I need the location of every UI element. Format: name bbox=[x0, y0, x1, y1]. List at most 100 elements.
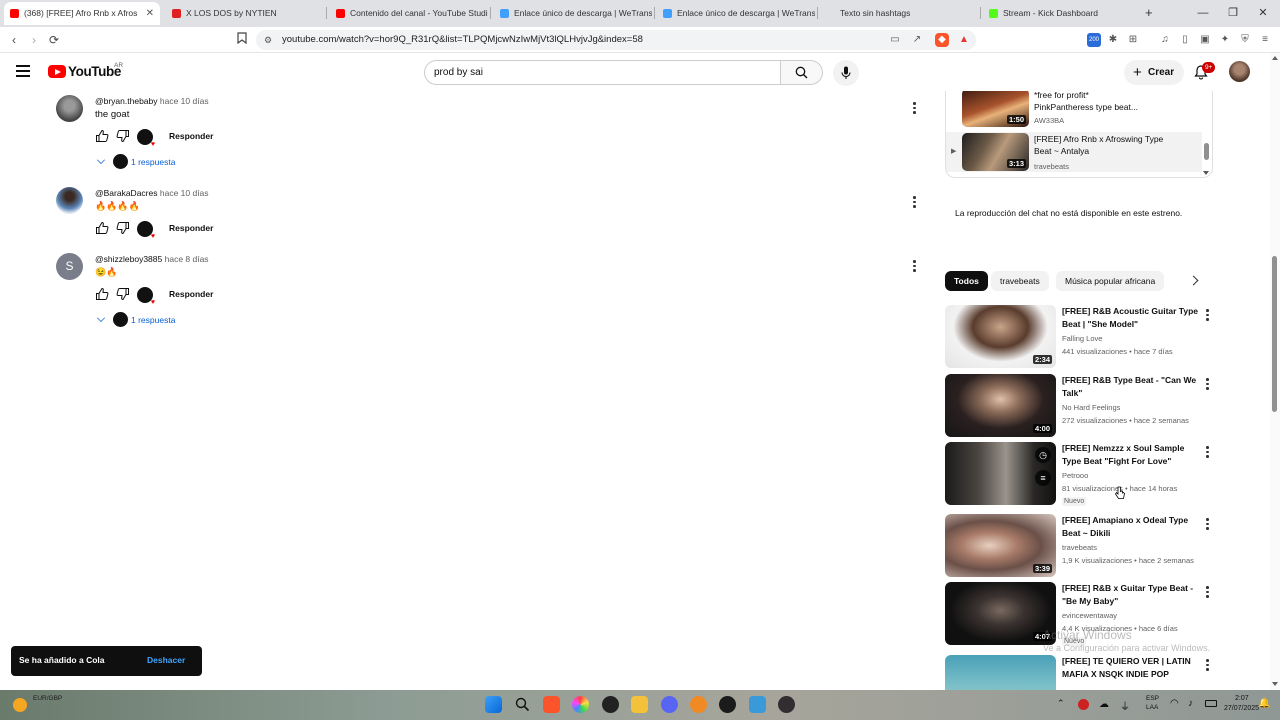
media-controls-icon[interactable]: ♫ bbox=[1158, 33, 1172, 47]
account-avatar[interactable] bbox=[1229, 61, 1250, 82]
watch-later-icon[interactable]: ◷ bbox=[1035, 447, 1051, 463]
notification-center-icon[interactable]: 🔔 bbox=[1258, 698, 1270, 709]
translate-icon[interactable]: ⊞ bbox=[1126, 33, 1140, 47]
view-replies-button[interactable]: 1 respuesta bbox=[97, 312, 297, 328]
recommended-video[interactable]: 3:39 [FREE] Amapiano x Odeal Type Beat ~… bbox=[945, 514, 1213, 578]
video-title[interactable]: [FREE] Amapiano x Odeal Type Beat ~ Diki… bbox=[1062, 514, 1200, 540]
comment-author[interactable]: @BarakaDacres bbox=[95, 188, 157, 198]
browser-menu-icon[interactable]: ≡ bbox=[1258, 33, 1272, 47]
tray-usb-icon[interactable]: ⏚ bbox=[1120, 698, 1130, 713]
tab-x-los-dos[interactable]: X LOS DOS by NYTIEN bbox=[166, 2, 324, 25]
volume-icon[interactable]: ♪ bbox=[1188, 698, 1193, 709]
create-button[interactable]: + Crear bbox=[1124, 60, 1184, 85]
voice-search-button[interactable] bbox=[833, 60, 859, 86]
youtube-wordmark[interactable]: YouTube bbox=[68, 64, 121, 79]
close-tab-icon[interactable]: ✕ bbox=[146, 2, 154, 25]
reply-button[interactable]: Responder bbox=[169, 289, 213, 299]
extension-icon[interactable]: 200 bbox=[1087, 33, 1101, 47]
sidebar-icon[interactable]: ▯ bbox=[1178, 33, 1192, 47]
maximize-icon[interactable]: ❐ bbox=[1218, 0, 1248, 27]
comment-time[interactable]: hace 10 días bbox=[160, 188, 209, 198]
recommended-video[interactable]: [FREE] TE QUIERO VER | LATIN MAFIA X NSQ… bbox=[945, 655, 1213, 690]
like-icon[interactable] bbox=[95, 221, 109, 235]
like-icon[interactable] bbox=[95, 129, 109, 143]
close-window-icon[interactable]: ✕ bbox=[1248, 0, 1278, 27]
tray-expand-icon[interactable]: ⌃ bbox=[1057, 698, 1065, 709]
video-thumbnail[interactable]: ◷ ≡ bbox=[945, 442, 1056, 505]
discord-icon[interactable] bbox=[661, 696, 678, 713]
view-replies-button[interactable]: 1 respuesta bbox=[97, 154, 297, 170]
start-menu-icon[interactable] bbox=[485, 696, 502, 713]
site-info-icon[interactable]: ⚙ bbox=[264, 30, 272, 50]
search-input[interactable]: prod by sai bbox=[424, 60, 781, 85]
comment-time[interactable]: hace 8 días bbox=[165, 254, 209, 264]
new-tab-button[interactable]: + bbox=[1145, 5, 1153, 20]
leo-ai-icon[interactable]: ✦ bbox=[1218, 33, 1232, 47]
chip-scroll-right-icon[interactable] bbox=[1188, 275, 1199, 286]
comment-author[interactable]: @shizzleboy3885 bbox=[95, 254, 162, 264]
scroll-down-icon[interactable] bbox=[1272, 682, 1278, 686]
dislike-icon[interactable] bbox=[116, 287, 130, 301]
wallet-icon[interactable]: ▣ bbox=[1198, 33, 1212, 47]
page-scrollbar-thumb[interactable] bbox=[1272, 256, 1277, 412]
share-icon[interactable]: ↗ bbox=[910, 33, 924, 47]
video-channel[interactable]: travebeats bbox=[1062, 543, 1097, 552]
chip-todos[interactable]: Todos bbox=[945, 271, 988, 291]
wifi-icon[interactable]: ◠ bbox=[1170, 698, 1179, 709]
color-app-icon[interactable] bbox=[572, 696, 589, 713]
comment-author[interactable]: @bryan.thebaby bbox=[95, 96, 158, 106]
search-button[interactable] bbox=[781, 60, 823, 85]
screen-capture-icon[interactable]: ▭ bbox=[888, 33, 902, 47]
video-title[interactable]: [FREE] Nemzzz x Soul Sample Type Beat "F… bbox=[1062, 442, 1200, 468]
video-thumbnail[interactable]: 3:39 bbox=[945, 514, 1056, 577]
search-taskbar-icon[interactable] bbox=[514, 696, 531, 713]
video-channel[interactable]: No Hard Feelings bbox=[1062, 403, 1120, 412]
obs-icon[interactable] bbox=[778, 696, 795, 713]
commenter-avatar[interactable]: S bbox=[56, 253, 83, 280]
tab-youtube-video[interactable]: (368) [FREE] Afro Rnb x Afros ✕ bbox=[4, 2, 160, 25]
video-channel[interactable]: evincewentaway bbox=[1062, 611, 1117, 620]
minimize-icon[interactable]: — bbox=[1188, 0, 1218, 27]
video-menu-icon[interactable] bbox=[1206, 586, 1210, 600]
tray-cloud-icon[interactable]: ☁ bbox=[1099, 699, 1109, 710]
youtube-logo-icon[interactable] bbox=[48, 65, 66, 78]
add-to-queue-icon[interactable]: ≡ bbox=[1035, 470, 1051, 486]
comment-menu-icon[interactable] bbox=[913, 102, 917, 116]
video-thumbnail[interactable]: 2:34 bbox=[945, 305, 1056, 368]
like-icon[interactable] bbox=[95, 287, 109, 301]
video-menu-icon[interactable] bbox=[1206, 378, 1210, 392]
commenter-avatar[interactable] bbox=[56, 95, 83, 122]
chip-musica-africana[interactable]: Música popular africana bbox=[1056, 271, 1165, 291]
battery-icon[interactable] bbox=[1205, 700, 1217, 707]
tab-youtube-studio[interactable]: Contenido del canal - YouTube Studi bbox=[330, 2, 488, 25]
comment-time[interactable]: hace 10 días bbox=[160, 96, 209, 106]
tab-texto-sin-hashtags[interactable]: Texto sin hashtags bbox=[820, 2, 978, 25]
language-line1[interactable]: ESP bbox=[1146, 695, 1159, 702]
video-channel[interactable]: Falling Love bbox=[1062, 334, 1102, 343]
brave-shield-icon[interactable]: ◆ bbox=[935, 33, 949, 47]
notepad-icon[interactable] bbox=[749, 696, 766, 713]
weather-widget-icon[interactable] bbox=[13, 698, 27, 712]
reload-icon[interactable]: ⟳ bbox=[46, 32, 62, 48]
undo-button[interactable]: Deshacer bbox=[147, 655, 185, 665]
playlist-scrollbar[interactable] bbox=[1204, 143, 1209, 160]
recommended-video[interactable]: 2:34 [FREE] R&B Acoustic Guitar Type Bea… bbox=[945, 305, 1213, 369]
video-menu-icon[interactable] bbox=[1206, 446, 1210, 460]
tray-app-icon[interactable] bbox=[1078, 699, 1089, 710]
back-icon[interactable]: ‹ bbox=[6, 32, 22, 48]
video-thumbnail[interactable]: 4:07 bbox=[945, 582, 1056, 645]
video-channel[interactable]: Petrooo bbox=[1062, 471, 1088, 480]
clock-time[interactable]: 2:07 bbox=[1235, 695, 1249, 702]
chip-travebeats[interactable]: travebeats bbox=[991, 271, 1049, 291]
playlist-scroll-down-icon[interactable] bbox=[1203, 171, 1209, 175]
comment-menu-icon[interactable] bbox=[913, 196, 917, 210]
video-thumbnail[interactable]: 4:00 bbox=[945, 374, 1056, 437]
fl-studio-icon[interactable] bbox=[690, 696, 707, 713]
file-explorer-icon[interactable] bbox=[631, 696, 648, 713]
tab-wetransfer-1[interactable]: Enlace único de descarga | WeTransf bbox=[494, 2, 652, 25]
media-player-icon[interactable] bbox=[719, 696, 736, 713]
commenter-avatar[interactable] bbox=[56, 187, 83, 214]
comment-menu-icon[interactable] bbox=[913, 260, 917, 274]
brave-browser-icon[interactable] bbox=[543, 696, 560, 713]
video-title[interactable]: [FREE] R&B x Guitar Type Beat - "Be My B… bbox=[1062, 582, 1200, 608]
